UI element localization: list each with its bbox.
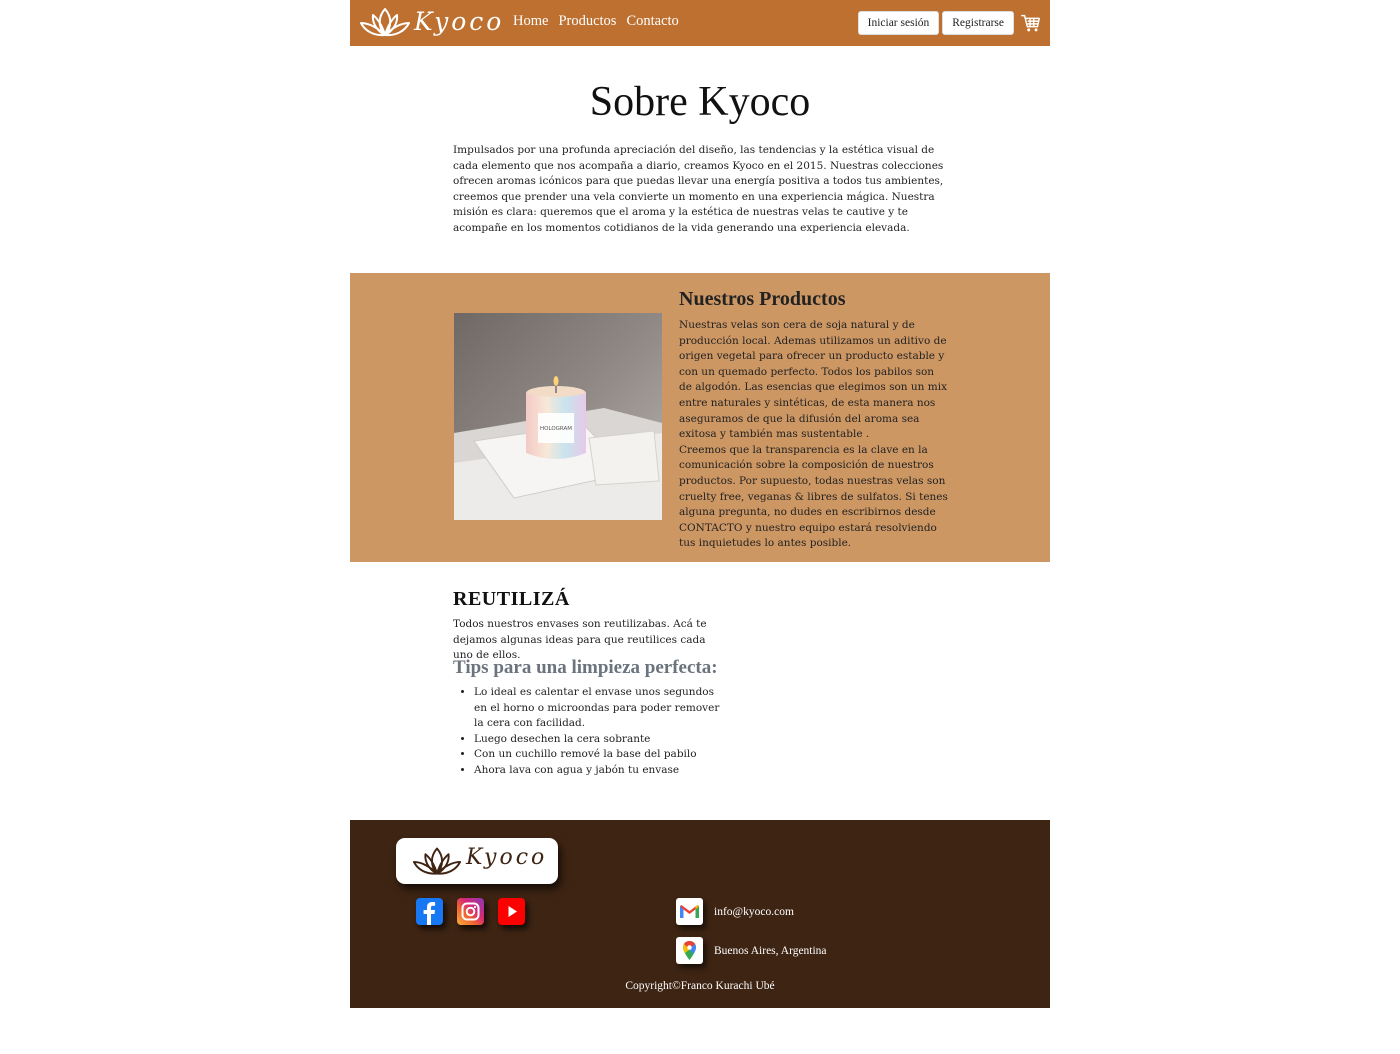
cart-icon[interactable]: [1020, 12, 1042, 34]
products-paragraph-2: Creemos que la transparencia es la clave…: [679, 443, 948, 550]
social-links: [416, 898, 525, 925]
login-button[interactable]: Iniciar sesión: [857, 11, 940, 35]
map-pin-icon: [676, 937, 703, 964]
nav-home-link[interactable]: Home: [513, 13, 548, 30]
candle-label: HOLOGRAM: [540, 426, 572, 432]
lotus-icon: [360, 8, 410, 37]
products-text: Nuestras velas son cera de soja natural …: [679, 318, 949, 552]
products-paragraph-1: Nuestras velas son cera de soja natural …: [679, 319, 947, 441]
instagram-icon[interactable]: [457, 898, 484, 925]
lotus-icon: [412, 847, 462, 875]
nav-contacto-link[interactable]: Contacto: [626, 13, 678, 30]
about-text: Impulsados por una profunda apreciación …: [453, 144, 944, 234]
candle-image: HOLOGRAM: [454, 313, 662, 520]
products-title: Nuestros Productos: [679, 288, 846, 310]
footer-brand-name: Kyoco: [466, 845, 548, 870]
register-button[interactable]: Registrarse: [942, 11, 1014, 35]
nav-actions: Iniciar sesión Registrarse: [857, 11, 1042, 35]
facebook-icon[interactable]: [416, 898, 443, 925]
navbar: Kyoco Home Productos Contacto Iniciar se…: [350, 0, 1050, 46]
list-item: Ahora lava con agua y jabón tu envase: [474, 763, 723, 779]
email-label: info@kyoco.com: [714, 905, 794, 918]
location-label: Buenos Aires, Argentina: [714, 944, 827, 957]
copyright: Copyright©Franco Kurachi Ubé: [625, 980, 775, 992]
youtube-icon[interactable]: [498, 898, 525, 925]
page: Kyoco Home Productos Contacto Iniciar se…: [350, 0, 1050, 1008]
reuse-title: REUTILIZÁ: [453, 588, 570, 610]
about-title: Sobre Kyoco: [589, 79, 811, 125]
products-section: HOLOGRAM Nuestros Productos Nuestras vel…: [350, 273, 1050, 562]
gmail-icon: [676, 898, 703, 925]
list-item: Con un cuchillo remové la base del pabil…: [474, 747, 723, 763]
footer-logo[interactable]: Kyoco: [396, 838, 558, 884]
brand-link[interactable]: Kyoco: [358, 3, 501, 43]
tips-title: Tips para una limpieza perfecta:: [453, 657, 718, 678]
location-contact[interactable]: Buenos Aires, Argentina: [676, 937, 827, 964]
tips-list: Lo ideal es calentar el envase unos segu…: [453, 685, 723, 779]
nav-productos-link[interactable]: Productos: [558, 13, 616, 30]
nav-links: Home Productos Contacto: [513, 13, 679, 30]
brand-name: Kyoco: [414, 7, 505, 36]
email-contact[interactable]: info@kyoco.com: [676, 898, 794, 925]
footer: Kyoco info@kyoco.com Buenos Aires, Argen…: [350, 820, 1050, 1008]
list-item: Lo ideal es calentar el envase unos segu…: [474, 685, 723, 732]
list-item: Luego desechen la cera sobrante: [474, 732, 723, 748]
